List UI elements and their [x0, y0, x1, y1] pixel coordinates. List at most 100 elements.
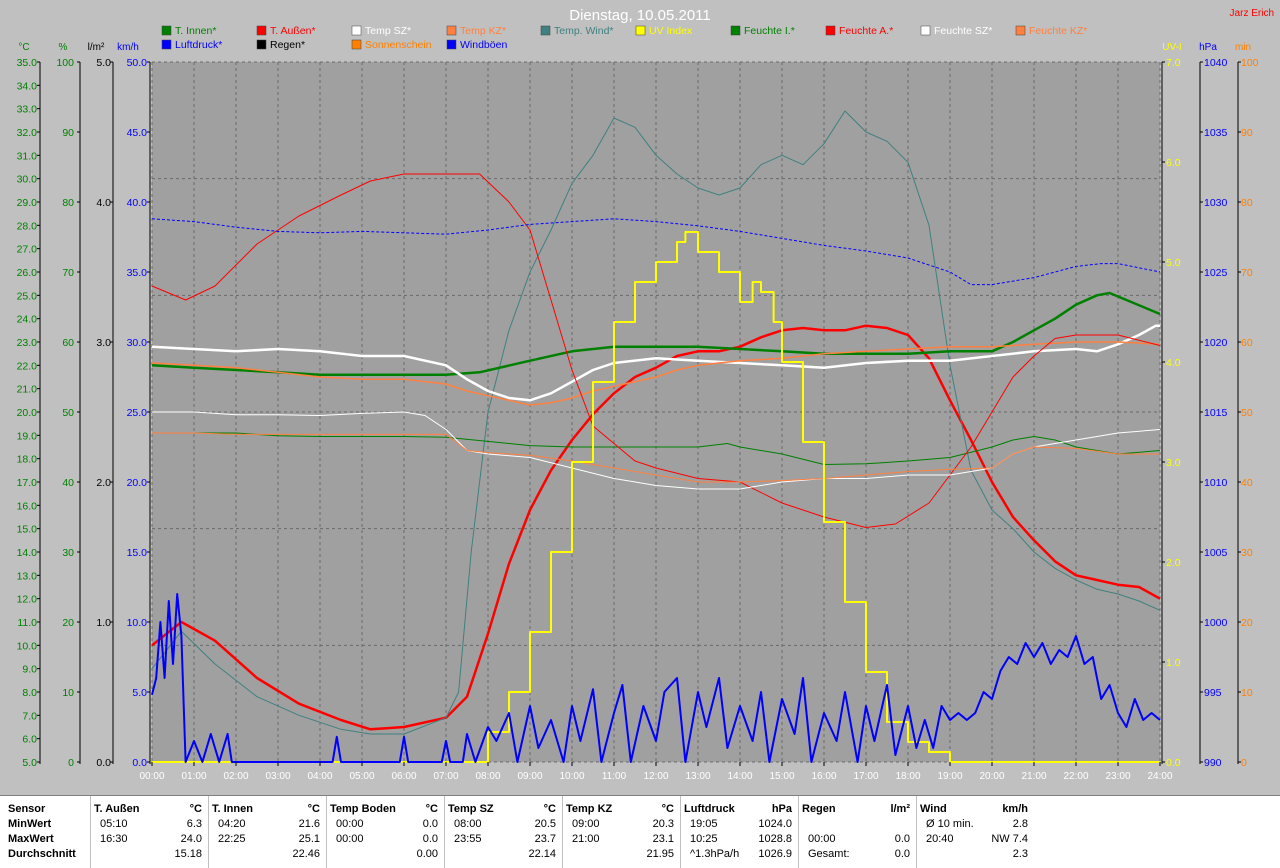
x-tick-label: 11:00 [602, 771, 627, 782]
table-cell-time: 00:00 [336, 818, 364, 830]
table-cell-time: 23:55 [454, 833, 482, 845]
table-cell-time: 20:40 [926, 833, 954, 845]
axis-tick-label: 8.0 [22, 687, 37, 699]
x-tick-label: 19:00 [937, 771, 962, 782]
x-tick-label: 15:00 [769, 771, 794, 782]
axis-tick-label: 80 [1241, 197, 1253, 209]
axis-tick-label: 35.0 [127, 267, 148, 279]
axis-tick-label: 25.0 [127, 407, 148, 419]
table-header-unit: °C [661, 803, 674, 815]
axis-tick-label: 90 [1241, 127, 1253, 139]
table-header-unit: km/h [1002, 803, 1028, 815]
axis-unit: km/h [117, 42, 139, 53]
legend-swatch [351, 39, 362, 50]
axis-tick-label: 50.0 [127, 57, 148, 69]
axis-tick-label: 11.0 [17, 617, 37, 629]
table-cell-value: 0.00 [416, 848, 438, 860]
table-row: 05:10 6.3 [94, 817, 202, 832]
axis-tick-label: 26.0 [17, 267, 38, 279]
axis-tick-label: 0 [1241, 757, 1247, 769]
legend-swatch [161, 25, 172, 36]
table-row: MinWert [8, 817, 88, 832]
axis-tick-label: 0 [68, 757, 74, 769]
table-cell-value: 25.1 [298, 833, 320, 845]
table-separator [208, 796, 209, 868]
axis-tick-label: 21.0 [17, 384, 38, 396]
axis-tick-label: 995 [1204, 687, 1222, 699]
table-row-label: MinWert [8, 818, 52, 830]
legend-label: Feuchte SZ* [934, 25, 992, 37]
axis-tick-label: 22.0 [17, 360, 38, 372]
x-tick-label: 10:00 [559, 771, 584, 782]
table-header-unit: °C [189, 803, 202, 815]
table-cell-time: 21:00 [572, 833, 600, 845]
legend-label: Windböen [460, 39, 507, 51]
axis-tick-label: 10.0 [17, 640, 38, 652]
table-cell-value: 22.14 [528, 848, 556, 860]
table-row: 04:20 21.6 [212, 817, 320, 832]
table-column: Regen l/m² 00:00 0.0 Gesamt: 0.0 [802, 802, 910, 862]
legend-swatch [1015, 25, 1026, 36]
legend-label: T. Innen* [175, 25, 216, 37]
table-cell-value: 22.46 [292, 848, 320, 860]
axis-tick-label: 5.0 [1166, 257, 1181, 269]
axis-tick-label: 9.0 [22, 664, 37, 676]
table-cell-time: Ø 10 min. [926, 818, 974, 830]
legend-label: Temp. Wind* [554, 25, 614, 37]
table-cell-value: 24.0 [180, 833, 202, 845]
table-cell-value: 20.5 [534, 818, 556, 830]
axis-tick-label: 1010 [1204, 477, 1228, 489]
axis-tick-label: 1.0 [1166, 657, 1181, 669]
axis-tick-label: 30 [1241, 547, 1253, 559]
legend-label: Feuchte A.* [839, 25, 893, 37]
x-tick-label: 08:00 [475, 771, 500, 782]
axis-tick-label: 100 [56, 57, 74, 69]
chart-title: Dienstag, 10.05.2011 [569, 7, 711, 24]
table-column: Temp SZ °C 08:00 20.5 23:55 23.7 22.14 [448, 802, 556, 862]
axis-tick-label: 40 [1241, 477, 1253, 489]
table-row [802, 817, 910, 832]
table-cell-time: 09:00 [572, 818, 600, 830]
table-cell-time: 16:30 [100, 833, 128, 845]
table-header-unit: hPa [771, 803, 792, 815]
x-tick-label: 22:00 [1063, 771, 1088, 782]
table-separator [798, 796, 799, 868]
axis-tick-label: 4.0 [96, 197, 111, 209]
legend-swatch [351, 25, 362, 36]
axis-tick-label: 33.0 [17, 104, 38, 116]
table-cell-value: 20.3 [652, 818, 674, 830]
table-row-label: Durchschnitt [8, 848, 76, 860]
table-cell-time: 05:10 [100, 818, 128, 830]
table-header-label: Wind [920, 803, 947, 815]
table-row: ^1.3hPa/h 1026.9 [684, 847, 792, 862]
table-column: Wind km/h Ø 10 min. 2.8 20:40 NW 7.4 2.3 [920, 802, 1028, 862]
axis-tick-label: 6.0 [22, 734, 37, 746]
legend-label: Temp SZ* [365, 25, 411, 37]
table-column: Luftdruck hPa 19:05 1024.0 10:25 1028.8 ^1.3hP… [684, 802, 792, 862]
legend-swatch [161, 39, 172, 50]
axis-tick-label: 27.0 [17, 244, 38, 256]
axis-tick-label: 1.0 [96, 617, 111, 629]
axis-tick-label: 28.0 [17, 220, 38, 232]
x-tick-label: 02:00 [223, 771, 248, 782]
table-header-label: Temp Boden [330, 803, 396, 815]
table-header-label: Temp SZ [448, 803, 494, 815]
table-row: 22:25 25.1 [212, 832, 320, 847]
x-tick-label: 07:00 [433, 771, 458, 782]
axis-tick-label: 23.0 [17, 337, 38, 349]
axis-tick-label: 40.0 [127, 197, 148, 209]
axis-tick-label: 2.0 [96, 477, 111, 489]
axis-unit: UV-I [1162, 42, 1181, 53]
axis-tick-label: 31.0 [17, 150, 38, 162]
table-header-label: Temp KZ [566, 803, 613, 815]
axis-tick-label: 3.0 [1166, 457, 1181, 469]
table-column: Temp Boden °C 00:00 0.0 00:00 0.0 0.00 [330, 802, 438, 862]
axis-tick-label: 5.0 [22, 757, 37, 769]
table-column: T. Innen °C 04:20 21.6 22:25 25.1 22.46 [212, 802, 320, 862]
axis-tick-label: 12.0 [17, 594, 38, 606]
table-cell-value: 0.0 [422, 818, 438, 830]
legend-label: Regen* [270, 39, 305, 51]
table-column: T. Außen °C 05:10 6.3 16:30 24.0 15.18 [94, 802, 202, 862]
legend-label: UV Index [649, 25, 693, 37]
axis-tick-label: 2.0 [1166, 557, 1181, 569]
